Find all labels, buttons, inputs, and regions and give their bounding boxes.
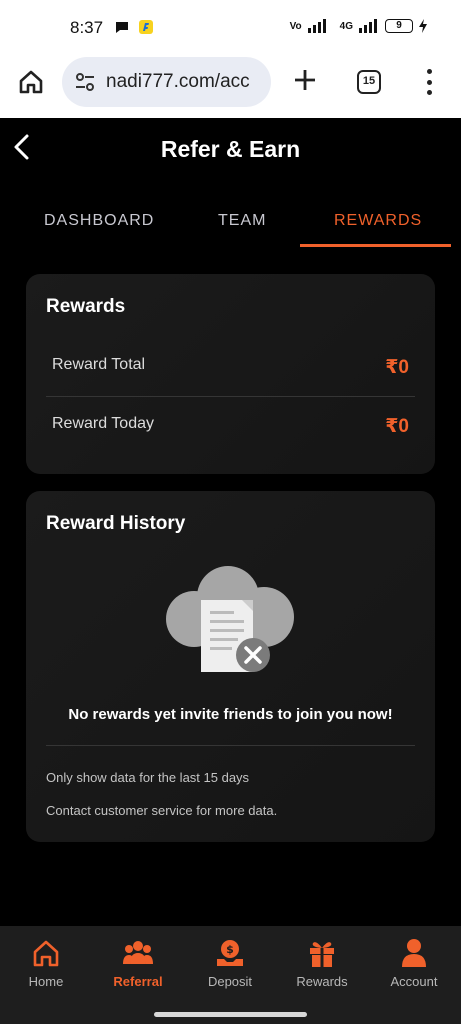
nav-rewards[interactable]: Rewards (277, 938, 367, 989)
url-text: nadi777.com/acc (106, 71, 250, 92)
chat-icon (116, 22, 128, 33)
bottom-navigation: Home Referral $ Deposit Rewards Account (0, 926, 461, 1024)
active-tab-indicator (300, 244, 451, 247)
notification-icons (114, 19, 154, 35)
data-range-note: Only show data for the last 15 days (46, 770, 250, 785)
empty-state-message: No rewards yet invite friends to join yo… (68, 706, 393, 723)
nav-account-label: Account (390, 974, 438, 989)
tab-count: 15 (362, 75, 376, 87)
battery-icon: 9 (385, 19, 413, 33)
nav-home[interactable]: Home (1, 938, 91, 989)
reward-total-value: ₹0 (385, 357, 409, 378)
tab-switcher-button[interactable]: 15 (357, 70, 381, 94)
tab-dashboard[interactable]: DASHBOARD (44, 212, 154, 230)
divider (46, 396, 415, 397)
battery-level: 9 (396, 20, 402, 31)
reward-today-value: ₹0 (385, 416, 409, 437)
status-time: 8:37 (70, 18, 104, 37)
reward-history-card: Reward History No rewards yet invite fri… (26, 491, 435, 842)
gesture-bar (154, 1012, 307, 1017)
flipkart-icon (139, 20, 153, 34)
nav-rewards-label: Rewards (296, 974, 348, 989)
site-settings-icon[interactable] (74, 71, 96, 93)
tab-rewards[interactable]: REWARDS (334, 212, 422, 230)
group-icon (123, 941, 153, 964)
rewards-title: Rewards (46, 296, 126, 317)
nav-deposit-label: Deposit (207, 974, 253, 989)
tab-bar: DASHBOARD TEAM REWARDS (0, 200, 461, 248)
svg-text:$: $ (226, 943, 234, 956)
tab-team[interactable]: TEAM (218, 212, 266, 230)
signal-icon (307, 19, 326, 33)
divider (46, 745, 415, 746)
signal-icon-2 (359, 19, 377, 33)
reward-total-label: Reward Total (52, 356, 146, 373)
nav-home-label: Home (28, 974, 64, 989)
browser-toolbar: nadi777.com/acc 15 (0, 56, 461, 118)
nav-referral[interactable]: Referral (93, 938, 183, 989)
person-icon (402, 939, 426, 967)
rewards-card: Rewards Reward Total ₹0 Reward Today ₹0 (26, 274, 435, 474)
nav-account[interactable]: Account (369, 938, 459, 989)
status-bar: 8:37 Vo 4G 9 (0, 0, 461, 56)
browser-home-icon[interactable] (18, 69, 44, 95)
page-header: Refer & Earn (0, 118, 461, 182)
more-menu-icon[interactable] (424, 69, 434, 95)
gift-icon (310, 942, 334, 967)
deposit-icon: $ (217, 940, 243, 966)
charging-icon (419, 19, 427, 33)
new-tab-icon[interactable] (292, 67, 318, 93)
empty-document-cloud-icon (166, 566, 294, 672)
network-type: 4G (339, 20, 353, 32)
contact-support-note: Contact customer service for more data. (46, 803, 278, 818)
address-bar[interactable]: nadi777.com/acc (62, 57, 271, 107)
nav-deposit[interactable]: $ Deposit (185, 938, 275, 989)
reward-history-title: Reward History (46, 513, 186, 534)
reward-today-label: Reward Today (52, 415, 154, 432)
page-title: Refer & Earn (160, 136, 301, 162)
home-icon (33, 940, 59, 967)
nav-referral-label: Referral (113, 974, 163, 989)
volte-icon: Vo (289, 20, 302, 32)
status-right: Vo 4G 9 (290, 19, 427, 33)
